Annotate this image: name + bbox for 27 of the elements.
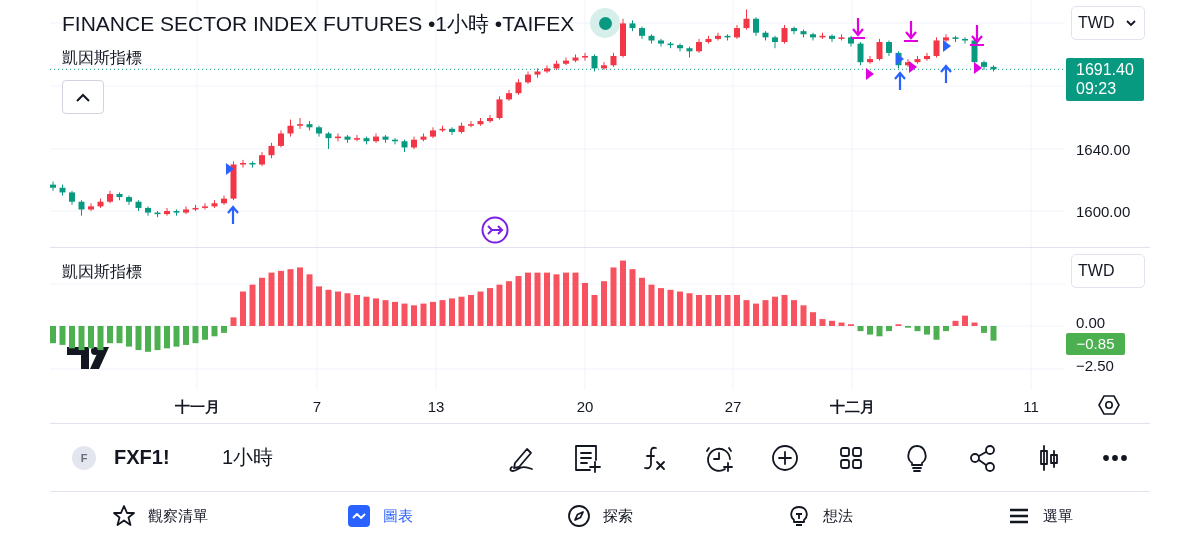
nav-tab[interactable]: 探索 xyxy=(561,500,639,532)
currency-label: TWD xyxy=(1071,254,1145,288)
indicator-value-tag: −0.85 xyxy=(1066,333,1125,355)
interval-label[interactable]: 1小時 xyxy=(222,444,274,471)
time-axis-label: 十二月 xyxy=(829,398,875,417)
price-label: 1640.00 xyxy=(1076,140,1131,158)
symbol-avatar: F xyxy=(72,445,96,470)
countdown-timer: 09:23 xyxy=(1076,79,1118,98)
time-axis-label: 11 xyxy=(1023,398,1039,415)
indicator-label: 凱因斯指標 xyxy=(62,262,142,282)
indicator-label: 凱因斯指標 xyxy=(62,48,142,68)
chart-title: FINANCE SECTOR INDEX FUTURES •1小時 •TAIFEX xyxy=(62,11,575,37)
time-axis-label: 7 xyxy=(312,398,322,415)
indicator-scale-label: −2.50 xyxy=(1076,356,1114,374)
indicator-scale-label: 0.00 xyxy=(1076,313,1106,331)
symbol-name[interactable]: FXF1! xyxy=(114,446,222,469)
time-axis-label: 十一月 xyxy=(174,398,220,417)
nav-tab[interactable]: 想法 xyxy=(781,500,859,532)
nav-tab[interactable]: 圖表 xyxy=(341,500,419,532)
time-axis-label: 27 xyxy=(724,398,742,415)
currency-select[interactable]: TWD xyxy=(1071,6,1145,40)
time-axis-label: 13 xyxy=(427,398,445,415)
time-axis-label: 20 xyxy=(576,398,594,415)
nav-tab[interactable]: 觀察清單 xyxy=(106,500,214,532)
last-price: 1691.40 xyxy=(1076,60,1135,79)
price-label: 1600.00 xyxy=(1076,202,1131,220)
nav-tab[interactable]: 選單 xyxy=(1001,500,1079,532)
